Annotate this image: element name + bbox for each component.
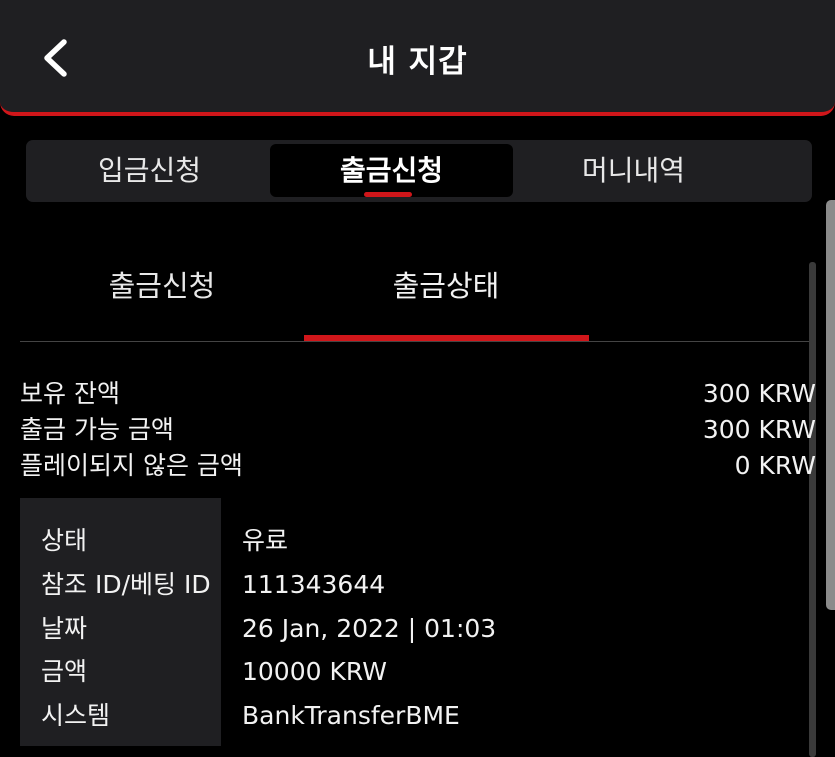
balance-label: 플레이되지 않은 금액 [20,451,243,480]
wallet-screen: 내 지갑 입금신청 출금신청 머니내역 출금신청 출금상태 보유 잔액 300 … [0,0,835,757]
detail-label: 참조 ID/베팅 ID [41,570,211,599]
active-tab-indicator [364,192,412,197]
scrollbar-thumb[interactable] [826,200,835,610]
detail-label: 날짜 [41,614,88,643]
detail-label: 상태 [41,526,88,555]
top-tab-bar: 입금신청 출금신청 머니내역 [26,140,812,202]
balance-label: 보유 잔액 [20,379,120,408]
detail-value: 유료 [242,526,289,555]
balance-row-unplayed: 플레이되지 않은 금액 0 KRW [20,449,816,483]
scrollbar-track[interactable] [809,262,816,757]
detail-label: 시스템 [41,701,111,730]
tab-withdrawal-request[interactable]: 출금신청 [270,144,513,197]
balance-value: 300 KRW [702,415,816,444]
detail-value: 111343644 [242,570,386,599]
detail-value: BankTransferBME [242,701,460,730]
balance-value: 0 KRW [734,451,816,480]
balance-value: 300 KRW [702,379,816,408]
subtab-withdrawal-request[interactable]: 출금신청 [20,264,304,314]
subtab-divider [20,341,816,342]
detail-row-reference-id: 참조 ID/베팅 ID 111343644 [20,565,800,605]
detail-label: 금액 [41,657,88,686]
page-title: 내 지갑 [367,44,468,80]
detail-row-status: 상태 유료 [20,521,800,561]
balance-row-held: 보유 잔액 300 KRW [20,377,816,411]
balance-row-withdrawable: 출금 가능 금액 300 KRW [20,413,816,447]
detail-row-date: 날짜 26 Jan, 2022 | 01:03 [20,609,800,649]
tab-money-history[interactable]: 머니내역 [512,144,755,197]
detail-value: 10000 KRW [242,657,387,686]
app-header: 내 지갑 [0,0,835,116]
subtab-withdrawal-status[interactable]: 출금상태 [304,264,588,314]
detail-row-system: 시스템 BankTransferBME [20,696,800,736]
detail-row-amount: 금액 10000 KRW [20,652,800,692]
balance-label: 출금 가능 금액 [20,415,174,444]
tab-deposit-request[interactable]: 입금신청 [28,144,271,197]
detail-value: 26 Jan, 2022 | 01:03 [242,614,497,643]
